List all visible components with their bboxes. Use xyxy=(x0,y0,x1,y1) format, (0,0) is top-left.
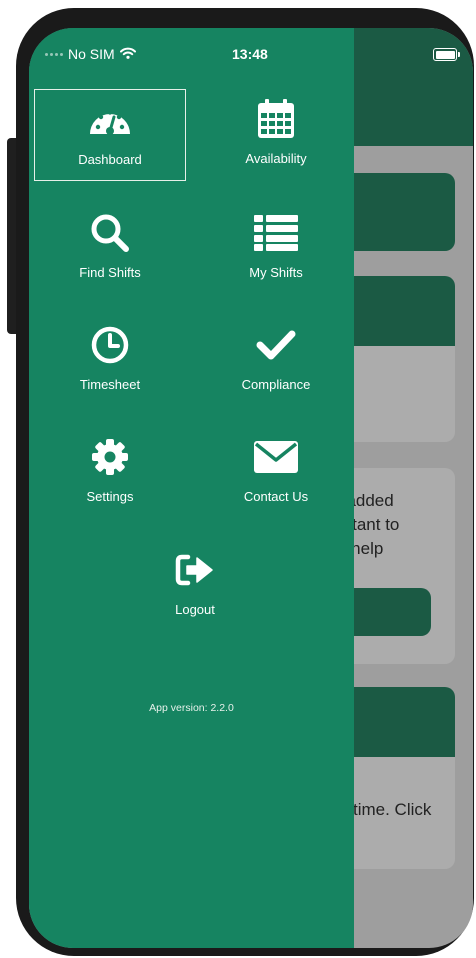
menu-item-timesheet[interactable]: Timesheet xyxy=(34,315,186,407)
menu-label: Dashboard xyxy=(78,152,142,167)
menu-label: Contact Us xyxy=(243,489,309,504)
wifi-icon xyxy=(119,46,136,62)
clock-icon xyxy=(34,323,186,367)
menu-label: Find Shifts xyxy=(79,265,141,280)
envelope-icon xyxy=(200,435,352,479)
calendar-icon xyxy=(200,97,352,141)
menu-item-logout[interactable]: Logout xyxy=(119,540,271,632)
battery-icon xyxy=(433,48,460,61)
menu-label: My Shifts xyxy=(249,265,303,280)
speedometer-icon xyxy=(35,98,185,142)
signal-dots-icon xyxy=(45,52,63,56)
navigation-drawer: Dashboard Availability Find Shifts My Sh… xyxy=(29,28,354,948)
menu-item-settings[interactable]: Settings xyxy=(34,427,186,519)
status-bar: No SIM 13:48 xyxy=(29,46,473,66)
menu-label: Availability xyxy=(245,151,307,166)
menu-item-find-shifts[interactable]: Find Shifts xyxy=(34,203,186,295)
search-icon xyxy=(34,211,186,255)
status-time: 13:48 xyxy=(232,46,268,62)
menu-item-my-shifts[interactable]: My Shifts xyxy=(200,203,352,295)
check-icon xyxy=(200,323,352,367)
menu-item-availability[interactable]: Availability xyxy=(200,89,352,181)
list-icon xyxy=(200,211,352,255)
carrier-label: No SIM xyxy=(68,46,115,62)
app-version: App version: 2.2.0 xyxy=(149,702,234,714)
menu-label: Logout xyxy=(175,602,215,617)
logout-icon xyxy=(119,548,271,592)
phone-screen: t added ortant to n help time. Click Das… xyxy=(29,28,473,948)
menu-label: Compliance xyxy=(241,377,311,392)
gear-icon xyxy=(34,435,186,479)
menu-label: Settings xyxy=(86,489,134,504)
card-text-line: time. Click xyxy=(353,800,432,819)
menu-item-contact-us[interactable]: Contact Us xyxy=(200,427,352,519)
menu-label: Timesheet xyxy=(79,377,141,392)
menu-item-dashboard[interactable]: Dashboard xyxy=(34,89,186,181)
menu-item-compliance[interactable]: Compliance xyxy=(200,315,352,407)
